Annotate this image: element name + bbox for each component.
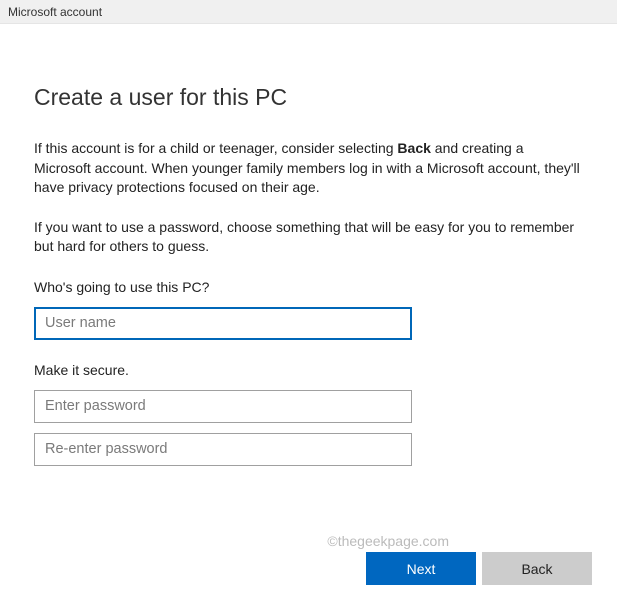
password-input[interactable] xyxy=(34,390,412,423)
desc1-pre: If this account is for a child or teenag… xyxy=(34,140,397,156)
next-button[interactable]: Next xyxy=(366,552,476,585)
description-paragraph-1: If this account is for a child or teenag… xyxy=(34,139,583,198)
watermark-text: ©thegeekpage.com xyxy=(327,533,449,549)
main-content: Create a user for this PC If this accoun… xyxy=(0,24,617,466)
reenter-password-input[interactable] xyxy=(34,433,412,466)
button-row: Next Back xyxy=(366,552,592,585)
back-button[interactable]: Back xyxy=(482,552,592,585)
who-label: Who's going to use this PC? xyxy=(34,279,583,295)
window-title: Microsoft account xyxy=(8,5,102,19)
secure-label: Make it secure. xyxy=(34,362,583,378)
username-input[interactable] xyxy=(34,307,412,340)
desc1-bold: Back xyxy=(397,140,430,156)
page-title: Create a user for this PC xyxy=(34,84,583,111)
window-title-bar: Microsoft account xyxy=(0,0,617,24)
description-paragraph-2: If you want to use a password, choose so… xyxy=(34,218,583,257)
